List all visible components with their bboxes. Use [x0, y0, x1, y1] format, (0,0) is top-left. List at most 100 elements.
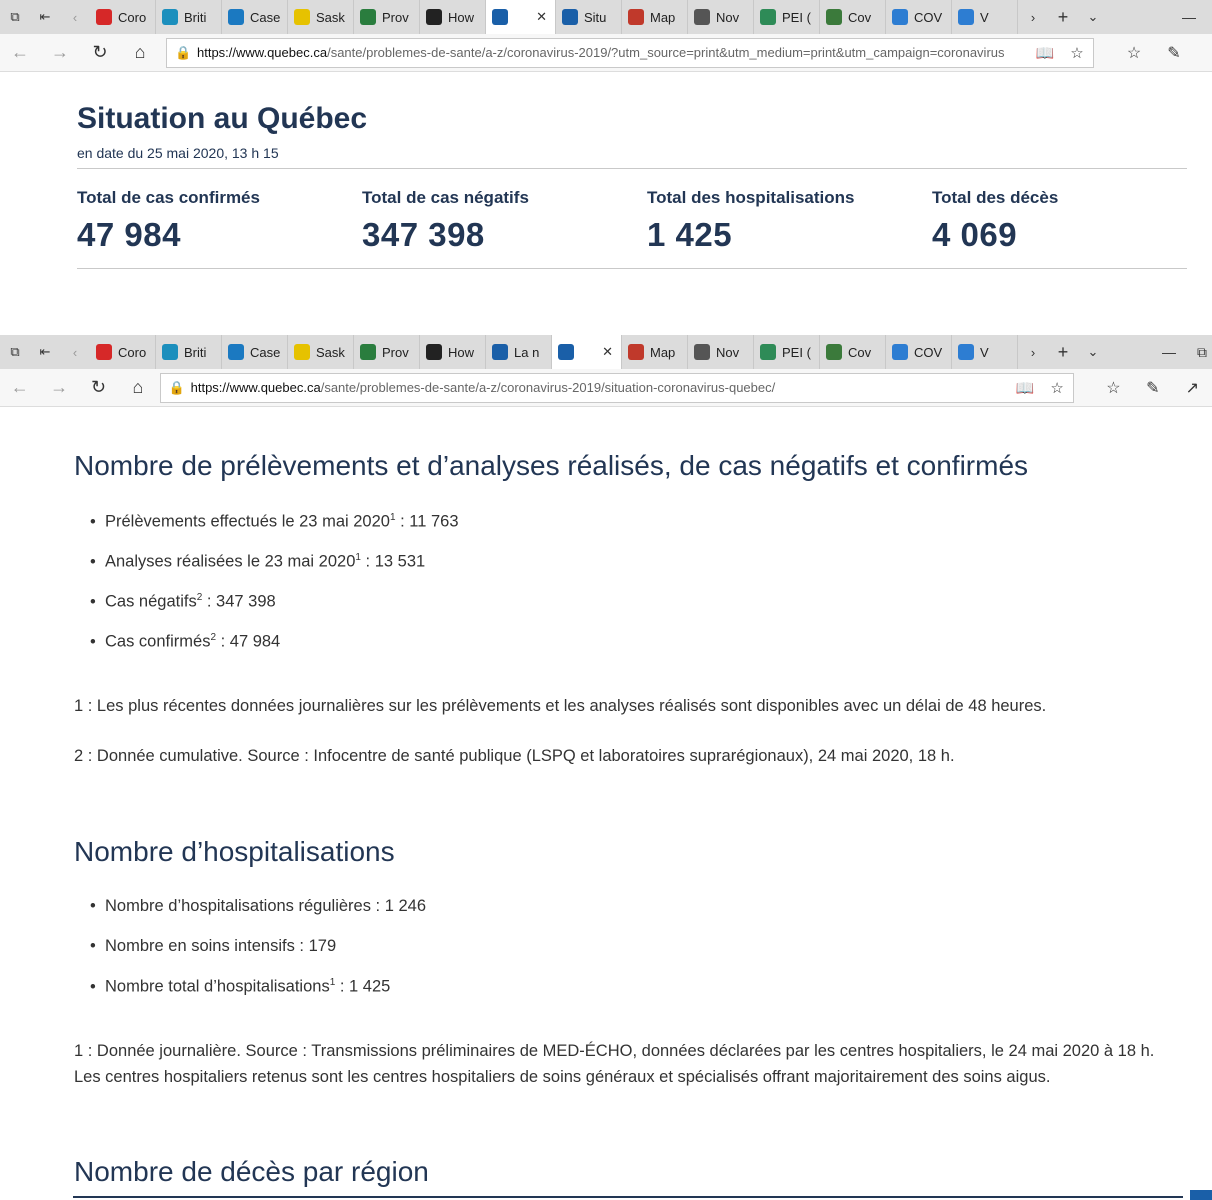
home-icon[interactable]: ⌂ [118, 369, 157, 407]
tab[interactable]: COV [886, 335, 952, 369]
tab[interactable]: Cov [820, 335, 886, 369]
minimize-icon[interactable]: — [1146, 335, 1192, 369]
lock-icon: 🔒 [168, 379, 185, 395]
back-arrow-icon[interactable]: ← [0, 34, 40, 72]
tab[interactable]: Briti [156, 0, 222, 34]
refresh-icon[interactable]: ↻ [80, 34, 120, 72]
list-item: • Nombre total d’hospitalisations1 : 1 42… [90, 977, 391, 996]
scroll-tabs-left-icon[interactable]: ‹ [60, 0, 90, 34]
tab[interactable]: V [952, 335, 1018, 369]
url-field[interactable]: 🔒 https://www.quebec.ca/sante/problemes-… [159, 372, 1075, 403]
tab[interactable]: Map [622, 335, 688, 369]
tab-actions-icon[interactable]: ⧉ [0, 0, 30, 34]
item-value: : 11 763 [395, 512, 459, 531]
favorite-star-icon[interactable]: ☆ [1041, 379, 1073, 397]
tab-label: V [980, 9, 989, 25]
tab-list: Coro Briti Case Sask Prov How La n ✕ Map Nov PEI (… [90, 335, 1018, 369]
tab-label: Nov [716, 9, 740, 25]
tab[interactable]: Situ [556, 0, 622, 34]
tab-actions-icon[interactable]: ⧉ [0, 335, 30, 369]
item-text: Prélèvements effectués le 23 mai 2020 [105, 512, 390, 531]
tab[interactable]: Coro [90, 335, 156, 369]
scroll-to-top-button[interactable] [1190, 1190, 1212, 1200]
set-tabs-aside-icon[interactable]: ⇤ [30, 335, 60, 369]
address-bar: ← → ↻ ⌂ 🔒 https://www.quebec.ca/sante/pr… [0, 34, 1212, 72]
favorites-list-icon[interactable]: ☆ [1094, 378, 1133, 398]
tab[interactable]: How [420, 0, 486, 34]
footnote: 1 : Les plus récentes données journalièr… [74, 697, 1047, 715]
tab[interactable]: Sask [288, 335, 354, 369]
tab[interactable]: Case [222, 335, 288, 369]
share-icon[interactable]: ↗ [1173, 378, 1212, 398]
hospitalizations-heading: Nombre d’hospitalisations [74, 836, 395, 867]
tab[interactable]: How [420, 335, 486, 369]
url-field[interactable]: 🔒 https://www.quebec.ca/sante/problemes-… [166, 37, 1094, 68]
tab[interactable]: Coro [90, 0, 156, 34]
tab[interactable]: Nov [688, 335, 754, 369]
close-tab-icon[interactable]: ✕ [536, 9, 547, 25]
tab[interactable]: Prov [354, 0, 420, 34]
close-tab-icon[interactable]: ✕ [602, 344, 613, 360]
tab[interactable]: PEI ( [754, 0, 820, 34]
set-tabs-aside-icon[interactable]: ⇤ [30, 0, 60, 34]
new-tab-icon[interactable]: + [1048, 335, 1078, 369]
tab-label: Cov [848, 344, 872, 360]
tab[interactable]: COV [886, 0, 952, 34]
tab[interactable]: Nov [688, 0, 754, 34]
manitoba-icon [360, 9, 376, 25]
tab-label: Situ [584, 9, 607, 25]
pei-icon [760, 344, 776, 360]
item-text: Nombre en soins intensifs : 179 [105, 937, 337, 955]
pen-icon[interactable]: ✎ [1154, 43, 1194, 63]
tab[interactable]: Prov [354, 335, 420, 369]
scroll-tabs-left-icon[interactable]: ‹ [60, 335, 90, 369]
quebec-icon [558, 344, 574, 360]
tab-label: Cov [848, 9, 872, 25]
tab[interactable]: Cov [820, 0, 886, 34]
tab[interactable]: Sask [288, 0, 354, 34]
item-value: : 47 984 [216, 632, 281, 651]
refresh-icon[interactable]: ↻ [79, 369, 118, 407]
nl-icon [826, 9, 842, 25]
home-icon[interactable]: ⌂ [120, 34, 160, 72]
tab[interactable]: Briti [156, 335, 222, 369]
scroll-tabs-right-icon[interactable]: › [1018, 335, 1048, 369]
tab-label: Nov [716, 344, 740, 360]
stat-label: Total des décès [932, 188, 1059, 207]
forward-arrow-icon[interactable]: → [40, 34, 80, 72]
tab[interactable]: Case [222, 0, 288, 34]
lock-icon: 🔒 [175, 44, 192, 60]
tab[interactable]: La n [486, 335, 552, 369]
tab[interactable]: PEI ( [754, 335, 820, 369]
yukon-icon [892, 344, 908, 360]
tab-preview-chevron-down-icon[interactable]: ⌄ [1078, 335, 1108, 369]
manitoba-icon [360, 344, 376, 360]
scroll-tabs-right-icon[interactable]: › [1018, 0, 1048, 34]
sask-icon [294, 344, 310, 360]
forward-arrow-icon[interactable]: → [39, 369, 78, 407]
new-tab-icon[interactable]: + [1048, 0, 1078, 34]
footnote: 1 : Donnée journalière. Source : Transmi… [74, 1042, 1155, 1086]
item-value: : 13 531 [360, 552, 426, 571]
bc-icon [162, 9, 178, 25]
tab-preview-chevron-down-icon[interactable]: ⌄ [1078, 0, 1108, 34]
item-text: Nombre total d’hospitalisations [105, 977, 330, 996]
tab-label: Map [650, 344, 676, 360]
list-item: • Nombre en soins intensifs : 179 [90, 937, 337, 955]
tab[interactable]: Map [622, 0, 688, 34]
reading-view-icon[interactable]: 📖 [1009, 379, 1041, 397]
favorites-list-icon[interactable]: ☆ [1114, 43, 1154, 63]
tab[interactable]: ✕ [486, 0, 556, 34]
footnote: 2 : Donnée cumulative. Source : Infocent… [74, 747, 955, 765]
back-arrow-icon[interactable]: ← [0, 369, 39, 407]
tab[interactable]: ✕ [552, 335, 622, 369]
tab[interactable]: V [952, 0, 1018, 34]
reading-view-icon[interactable]: 📖 [1029, 44, 1061, 62]
url-path: /sante/problemes-de-sante/a-z/coronaviru… [320, 380, 776, 395]
minimize-icon[interactable]: — [1166, 0, 1212, 34]
favorite-star-icon[interactable]: ☆ [1061, 44, 1093, 62]
stat-label: Total de cas négatifs [362, 188, 529, 207]
alberta-icon [228, 344, 244, 360]
pen-icon[interactable]: ✎ [1133, 378, 1172, 398]
restore-icon[interactable]: ⧉ [1192, 335, 1212, 369]
